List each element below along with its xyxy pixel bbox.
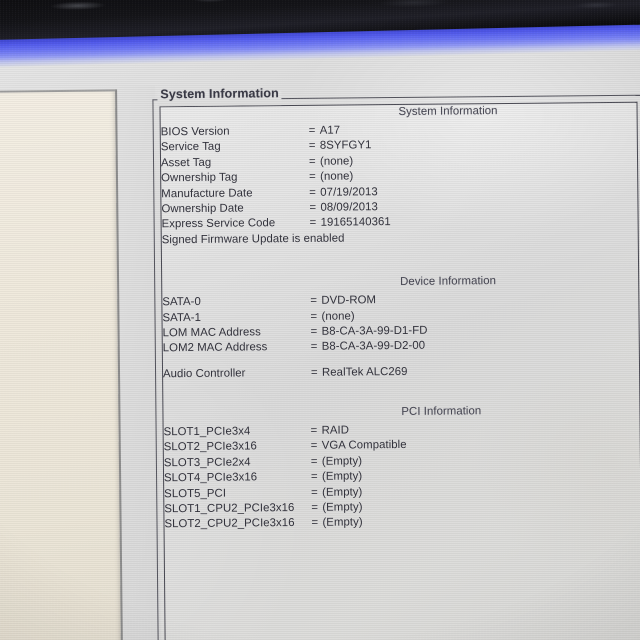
row-equals: = [311, 486, 318, 499]
row-equals: = [310, 294, 318, 307]
row-key: BIOS Version [160, 125, 230, 139]
row-value: B8-CA-3A-99-D2-00 [321, 340, 426, 354]
left-nav-panel-inner [0, 89, 121, 640]
row-equals: = [308, 140, 316, 153]
row-equals: = [309, 217, 317, 230]
row-key: SLOT2_PCIe3x16 [163, 440, 257, 454]
bios-content: System Information BIOS Version = A17 Se… [160, 104, 635, 640]
row-equals: = [308, 155, 316, 168]
row-key: SLOT2_CPU2_PCIe3x16 [164, 517, 295, 531]
row-equals: = [310, 366, 318, 379]
groupbox-title: System Information [160, 86, 279, 102]
row-key: SLOT3_PCIe2x4 [163, 456, 251, 470]
row-key: Manufacture Date [161, 186, 253, 200]
row-key: SATA-0 [162, 296, 201, 309]
row-key: SLOT1_PCIe3x4 [163, 425, 251, 439]
signed-firmware-note: Signed Firmware Update is enabled [161, 232, 345, 246]
row-equals: = [310, 310, 318, 323]
row-equals: = [310, 440, 318, 453]
pci-information-rows: SLOT1_PCIe3x4 = RAID SLOT2_PCIe3x16 = VG… [163, 421, 634, 533]
row-key: SLOT1_CPU2_PCIe3x16 [164, 502, 295, 516]
bios-screen-photo: System Information System Information BI… [0, 0, 640, 640]
row-equals: = [309, 170, 316, 184]
bios-left-nav-panel[interactable] [0, 89, 123, 640]
row-value: (Empty) [322, 516, 363, 530]
row-equals: = [310, 325, 318, 338]
row-key: SLOT4_PCIe3x16 [163, 471, 258, 485]
device-information-rows: SATA-0 = DVD-ROM SATA-1 = (none) LOM MAC… [162, 291, 633, 382]
row-equals: = [311, 501, 319, 514]
table-row: SLOT2_CPU2_PCIe3x16 = (Empty) [164, 513, 634, 533]
row-equals: = [308, 124, 316, 137]
row-equals: = [310, 424, 318, 437]
row-equals: = [311, 517, 319, 530]
row-equals: = [310, 341, 318, 354]
row-key: SATA-1 [162, 311, 202, 324]
row-value: RealTek ALC269 [321, 365, 408, 379]
row-key: Service Tag [160, 141, 221, 154]
row-key: Ownership Date [161, 202, 244, 216]
row-key: LOM2 MAC Address [162, 341, 268, 355]
row-key: Audio Controller [162, 367, 246, 380]
row-key: LOM MAC Address [162, 326, 261, 340]
row-key: Asset Tag [160, 156, 212, 170]
row-key: Express Service Code [161, 217, 276, 231]
row-value: 19165140361 [320, 216, 391, 230]
row-equals: = [310, 455, 318, 468]
row-key: Ownership Tag [161, 171, 238, 185]
row-key: SLOT5_PCI [164, 487, 227, 500]
system-information-rows: BIOS Version = A17 Service Tag = 8SYFGY1… [161, 121, 632, 249]
row-equals: = [309, 201, 317, 214]
row-equals: = [310, 471, 318, 484]
row-equals: = [309, 186, 317, 199]
